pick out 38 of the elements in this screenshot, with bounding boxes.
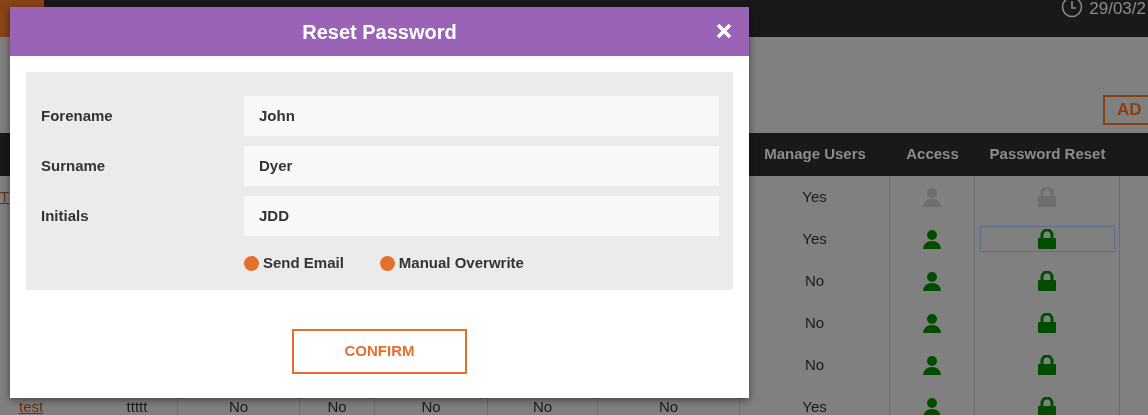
dialog-title: Reset Password <box>302 19 457 45</box>
table-cell-text: No <box>532 396 553 415</box>
table-cell-text: No <box>228 396 249 415</box>
table-cell-text: No <box>804 270 825 291</box>
date-text: 29/03/2 <box>1089 0 1146 18</box>
column-header: Manage Users <box>764 144 866 165</box>
table-cell-text: No <box>804 312 825 333</box>
clock-icon <box>1061 0 1084 18</box>
close-icon[interactable] <box>716 23 732 39</box>
person-icon <box>922 397 942 415</box>
field-label: Initials <box>40 205 90 226</box>
lock-icon <box>1038 229 1056 249</box>
radio-option[interactable]: Manual Overwrite <box>379 251 524 275</box>
lock-icon <box>1038 397 1056 415</box>
table-cell-text: No <box>658 396 679 415</box>
column-header: Password Reset <box>989 144 1106 165</box>
field-label: Surname <box>40 155 107 176</box>
table-cell-text: Yes <box>802 186 827 207</box>
table-cell-text: No <box>421 396 441 415</box>
input-field[interactable]: Dyer <box>244 146 719 186</box>
input-field[interactable]: John <box>244 96 719 136</box>
lock-icon <box>1038 271 1056 291</box>
table-cell-text: No <box>327 396 347 415</box>
column-header: Access <box>906 144 959 165</box>
table-cell-text: Yes <box>802 396 827 415</box>
table-cell-text: Yes <box>802 228 827 249</box>
table-cell-text: No <box>804 354 825 375</box>
person-icon <box>922 229 942 249</box>
table-cell-text: ttttt <box>126 396 148 415</box>
field-label: Forename <box>40 105 114 126</box>
person-icon <box>922 313 942 333</box>
reset-password-button[interactable] <box>979 226 1115 252</box>
radio-option[interactable]: Send Email <box>244 251 344 275</box>
lock-icon <box>1038 313 1056 333</box>
lock-icon <box>1038 355 1056 375</box>
person-icon <box>922 271 942 291</box>
input-field[interactable]: JDD <box>244 196 719 236</box>
person-icon <box>922 355 942 375</box>
